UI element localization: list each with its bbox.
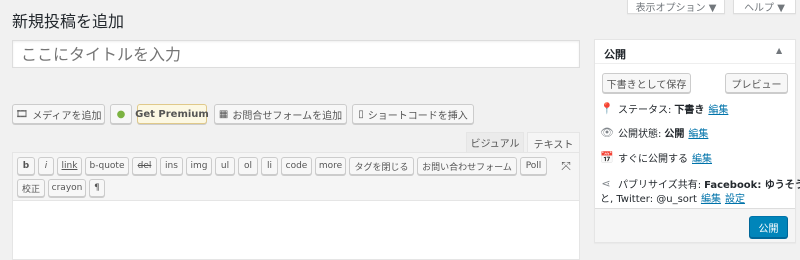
plugin-icon-button[interactable]: ● <box>110 104 132 124</box>
shortcode-icon: ▯ <box>358 108 364 120</box>
quicktag-ins[interactable]: ins <box>160 157 183 175</box>
status-row: 📍 ステータス: 下書き 編集 <box>600 101 729 116</box>
screen-options-button[interactable]: 表示オプション ▼ <box>627 0 725 14</box>
share-icon: ⋖ <box>601 177 611 190</box>
schedule-edit-link[interactable]: 編集 <box>692 150 712 165</box>
quicktag-b[interactable]: b <box>17 157 35 175</box>
status-value: 下書き <box>674 105 705 116</box>
publicize-edit-link[interactable]: 編集 <box>701 190 721 205</box>
quicktag-ol[interactable]: ol <box>238 157 258 175</box>
quicktag-li[interactable]: li <box>261 157 278 175</box>
publish-button[interactable]: 公開 <box>749 216 788 238</box>
leaf-icon: ● <box>116 108 126 120</box>
preview-button[interactable]: プレビュー <box>725 73 788 93</box>
media-icon: 🎞 <box>15 108 29 120</box>
insert-shortcode-button[interactable]: ▯ ショートコードを挿入 <box>352 104 474 124</box>
status-edit-link[interactable]: 編集 <box>708 101 728 116</box>
publicize-facebook: Facebook: ゆうそう <box>704 180 800 191</box>
quicktag-contact-form[interactable]: お問い合わせフォーム <box>417 157 517 175</box>
visibility-value: 公開 <box>664 129 685 140</box>
help-button[interactable]: ヘルプ ▼ <box>733 0 796 14</box>
tab-text[interactable]: テキスト <box>527 132 580 153</box>
editor-textarea[interactable] <box>12 201 580 260</box>
quicktag-link[interactable]: link <box>57 157 82 175</box>
post-title-input[interactable] <box>12 40 580 68</box>
get-premium-button[interactable]: Get Premium <box>135 104 209 124</box>
collapse-arrow-icon[interactable]: ▲ <box>776 46 782 55</box>
publicize-row: ⋖ パブリサイズ共有: Facebook: ゆうそう <box>600 176 800 191</box>
quicktag-img[interactable]: img <box>186 157 212 175</box>
fullscreen-icon[interactable]: ⤧ <box>558 157 574 175</box>
visibility-edit-link[interactable]: 編集 <box>688 125 708 140</box>
publicize-row-2: と, Twitter: @u_sort 編集 設定 <box>600 190 745 205</box>
visibility-row: 👁 公開状態: 公開 編集 <box>600 125 709 140</box>
quicktag-code[interactable]: code <box>281 157 312 175</box>
quicktag-b-quote[interactable]: b-quote <box>85 157 129 175</box>
quicktag-crayon[interactable]: crayon <box>48 179 86 197</box>
form-icon: ▦ <box>218 108 229 120</box>
page-title: 新規投稿を追加 <box>12 12 125 31</box>
eye-icon: 👁 <box>600 126 614 139</box>
quicktag-proofread[interactable]: 校正 <box>17 179 45 197</box>
add-contact-form-button[interactable]: ▦ お問合せフォームを追加 <box>214 104 347 124</box>
tab-visual[interactable]: ビジュアル <box>466 132 524 152</box>
save-draft-button[interactable]: 下書きとして保存 <box>602 73 691 93</box>
quicktag-del[interactable]: del <box>132 157 157 175</box>
quicktag-more[interactable]: more <box>315 157 346 175</box>
pin-icon: 📍 <box>600 102 614 115</box>
add-media-button[interactable]: 🎞 メディアを追加 <box>12 104 105 124</box>
calendar-icon: 📅 <box>600 151 614 164</box>
quicktag-ul[interactable]: ul <box>215 157 235 175</box>
quicktag-i[interactable]: i <box>38 157 54 175</box>
publicize-settings-link[interactable]: 設定 <box>725 190 745 205</box>
quicktag-poll[interactable]: Poll <box>520 157 547 175</box>
publish-box-title: 公開 <box>604 48 626 61</box>
quicktag-pilcrow[interactable]: ¶ <box>89 179 105 197</box>
quicktag-close-tags[interactable]: タグを閉じる <box>349 157 414 175</box>
schedule-row: 📅 すぐに公開する 編集 <box>600 150 712 165</box>
